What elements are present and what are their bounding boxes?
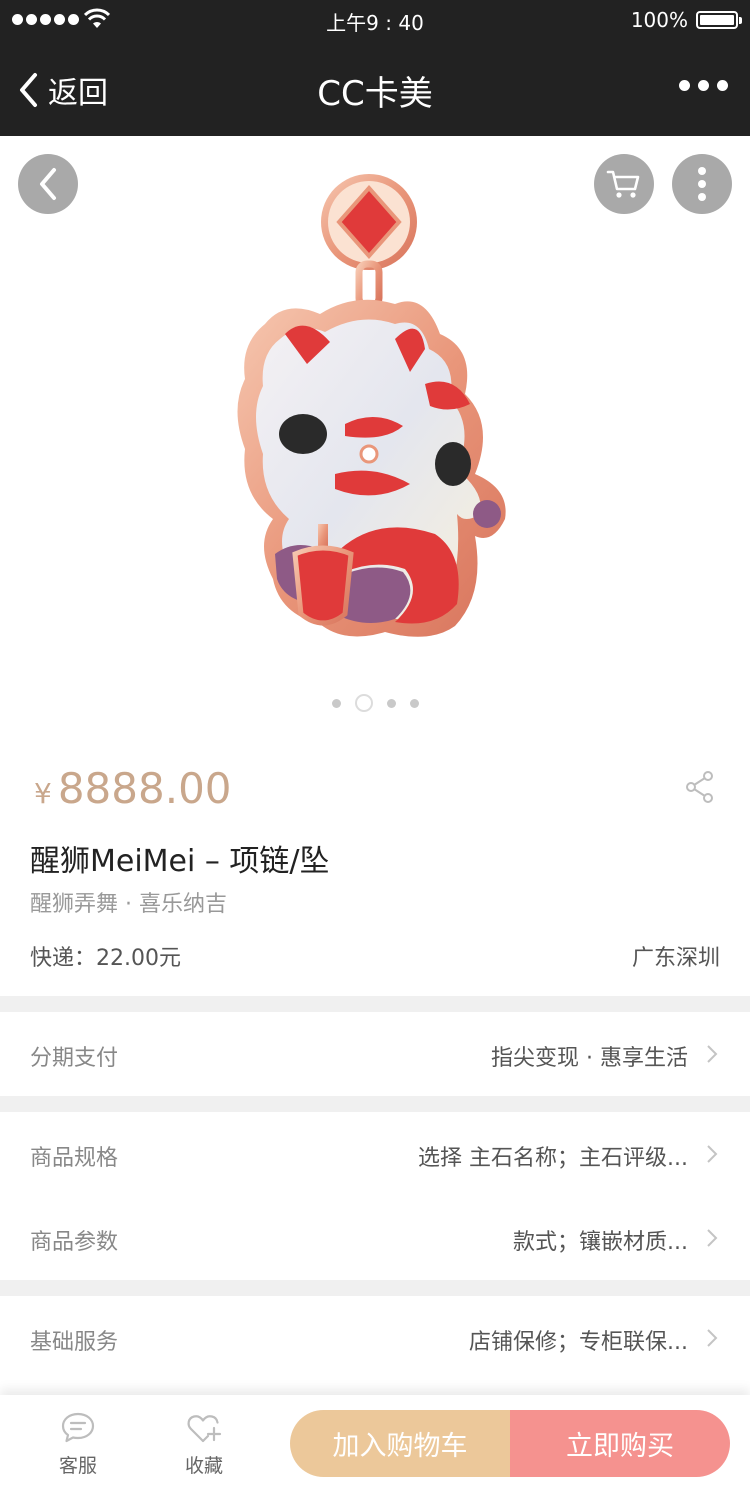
chevron-right-icon xyxy=(707,1329,718,1347)
favorite-button[interactable]: 收藏 xyxy=(159,1411,249,1478)
pagination-dot[interactable] xyxy=(386,698,396,708)
chat-bubble-icon xyxy=(61,1412,95,1443)
product-gallery[interactable] xyxy=(0,136,750,736)
status-bar: 上午9 : 40 100% xyxy=(0,0,750,40)
nav-back-label: 返回 xyxy=(48,76,108,111)
ship-location: 广东深圳 xyxy=(631,946,720,971)
nav-more-button[interactable] xyxy=(679,80,728,91)
nav-back-button[interactable]: 返回 xyxy=(18,68,108,112)
row-spec-value: 选择 主石名称；主石评级... xyxy=(418,1146,688,1171)
favorite-label: 收藏 xyxy=(184,1455,223,1477)
buy-now-button[interactable]: 立即购买 xyxy=(510,1410,730,1477)
top-bar: 上午9 : 40 100% 返回 CC卡美 xyxy=(0,0,750,136)
gallery-more-button[interactable] xyxy=(672,154,732,214)
section-divider xyxy=(0,1280,750,1296)
product-subtitle: 醒狮弄舞 · 喜乐纳吉 xyxy=(30,892,227,917)
customer-service-label: 客服 xyxy=(58,1455,97,1477)
chevron-right-icon xyxy=(707,1229,718,1247)
pagination-dot-active[interactable] xyxy=(354,694,373,712)
row-service[interactable]: 基础服务 店铺保修；专柜联保... xyxy=(0,1296,750,1380)
battery-percent: 100% xyxy=(630,8,688,32)
price: ¥ 8888.00 xyxy=(34,764,232,813)
row-spec[interactable]: 商品规格 选择 主石名称；主石评级... xyxy=(0,1112,750,1196)
product-info: ¥ 8888.00 醒狮MeiMei – 项链/坠 醒狮弄舞 · 喜乐纳吉 快递… xyxy=(0,736,750,996)
row-service-label: 基础服务 xyxy=(30,1330,119,1355)
row-service-value: 店铺保修；专柜联保... xyxy=(469,1330,688,1355)
price-currency: ¥ xyxy=(34,777,52,810)
heart-plus-icon xyxy=(187,1415,222,1443)
row-params[interactable]: 商品参数 款式；镶嵌材质... xyxy=(0,1196,750,1280)
row-installment-label: 分期支付 xyxy=(30,1046,119,1071)
row-spec-label: 商品规格 xyxy=(30,1146,119,1171)
add-to-cart-button[interactable]: 加入购物车 xyxy=(290,1410,510,1477)
gallery-pagination xyxy=(0,694,750,712)
chevron-left-icon xyxy=(20,73,37,107)
chevron-right-icon xyxy=(707,1045,718,1063)
nav-title: CC卡美 xyxy=(317,74,433,114)
section-divider xyxy=(0,996,750,1012)
row-installment[interactable]: 分期支付 指尖变现 · 惠享生活 xyxy=(0,1012,750,1096)
cart-icon xyxy=(606,170,640,198)
nav-bar: 返回 CC卡美 xyxy=(0,40,750,136)
share-icon[interactable] xyxy=(684,770,716,804)
price-value: 8888.00 xyxy=(57,764,232,813)
row-installment-value: 指尖变现 · 惠享生活 xyxy=(491,1046,688,1071)
more-vertical-icon xyxy=(698,167,706,201)
shipping-fee: 快递：22.00元 xyxy=(30,946,181,971)
row-params-label: 商品参数 xyxy=(30,1230,119,1255)
section-divider xyxy=(0,1096,750,1112)
chevron-left-icon xyxy=(40,168,56,200)
chevron-right-icon xyxy=(707,1145,718,1163)
customer-service-button[interactable]: 客服 xyxy=(33,1411,123,1478)
product-pendant-image xyxy=(237,174,506,637)
gallery-back-button[interactable] xyxy=(18,154,78,214)
product-title: 醒狮MeiMei – 项链/坠 xyxy=(30,844,330,879)
pagination-dot[interactable] xyxy=(409,698,419,708)
pagination-dot[interactable] xyxy=(331,698,341,708)
cart-button[interactable] xyxy=(594,154,654,214)
battery-icon xyxy=(696,11,742,29)
row-params-value: 款式；镶嵌材质... xyxy=(513,1230,688,1255)
bottom-action-bar: 客服 收藏 加入购物车 立即购买 xyxy=(0,1395,750,1491)
